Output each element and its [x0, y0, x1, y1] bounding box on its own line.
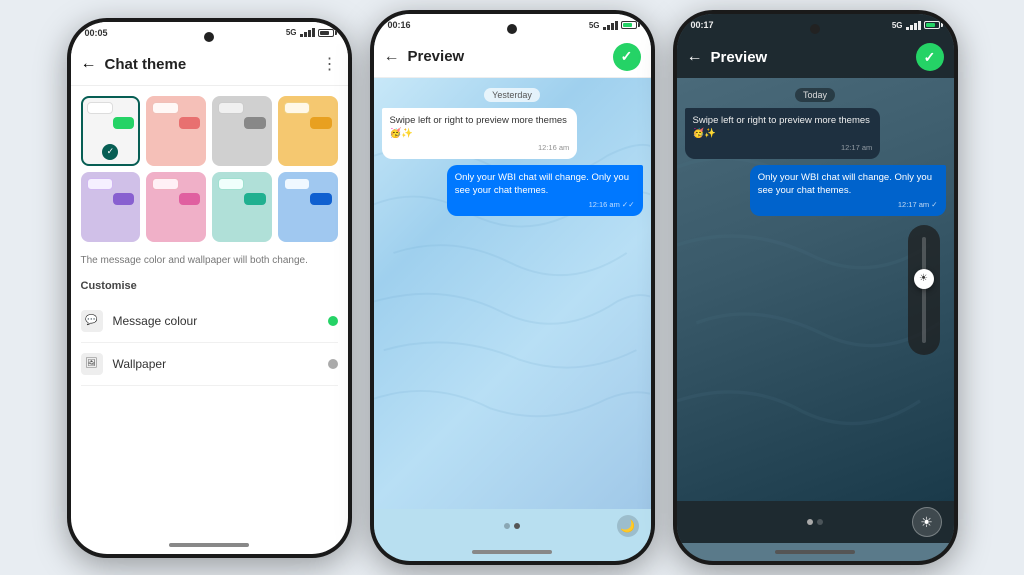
battery-icon-mid: [621, 21, 637, 29]
wallpaper-label: Wallpaper: [113, 357, 318, 371]
message-colour-row[interactable]: 💬 Message colour: [81, 300, 338, 343]
chat-bottom-bar-right: ☀: [677, 501, 954, 543]
msg-received-mid-1: Swipe left or right to preview more them…: [382, 108, 578, 159]
chat-bottom-bar-mid: 🌙: [374, 509, 651, 543]
signal-bars-icon: [300, 28, 315, 37]
dots-indicator-mid: [504, 523, 520, 529]
wallpaper-icon: 🖼: [81, 353, 103, 375]
message-colour-label: Message colour: [113, 314, 318, 328]
msg-time-recv-mid-1: 12:16 am: [390, 143, 570, 154]
msg-time-sent-right-1: 12:17 am ✓: [758, 200, 938, 211]
theme-tile-pink[interactable]: [146, 96, 206, 166]
bottom-bar-right: [677, 543, 954, 561]
msg-text-recv-mid-1: Swipe left or right to preview more them…: [390, 115, 567, 139]
theme-tile-pink2[interactable]: [146, 172, 206, 242]
dot-2-right: [817, 519, 823, 525]
time-mid: 00:16: [388, 20, 411, 30]
top-bar-mid: ← Preview ✓: [374, 36, 651, 78]
theme-tile-default[interactable]: ✓: [81, 96, 141, 166]
top-bar-right: ← Preview ✓: [677, 36, 954, 78]
msg-received-right-1: Swipe left or right to preview more them…: [685, 108, 881, 159]
msg-time-sent-mid-1: 12:16 am ✓✓: [455, 200, 635, 211]
wallpaper-row[interactable]: 🖼 Wallpaper: [81, 343, 338, 386]
msg-text-recv-right-1: Swipe left or right to preview more them…: [693, 115, 870, 139]
home-indicator-mid: [472, 550, 552, 554]
page-title-left: Chat theme: [105, 56, 314, 73]
page-title-mid: Preview: [408, 48, 605, 65]
dots-indicator-right: [807, 519, 823, 525]
camera-dot-right: [810, 24, 820, 34]
message-colour-icon: 💬: [81, 310, 103, 332]
back-button-right[interactable]: ←: [687, 48, 703, 66]
phone-mid: 00:16 5G ← Preview ✓: [370, 10, 655, 565]
page-title-right: Preview: [711, 49, 908, 66]
chat-area-right: Today Swipe left or right to preview mor…: [677, 78, 954, 501]
network-mid: 5G: [589, 21, 600, 30]
camera-dot: [204, 32, 214, 42]
slider-track: ☀: [922, 237, 926, 343]
msg-sent-mid-1: Only your WBI chat will change. Only you…: [447, 165, 643, 216]
customise-label: Customise: [81, 280, 338, 292]
confirm-check-icon-mid[interactable]: ✓: [613, 43, 641, 71]
phone-right: 00:17 5G ← Preview ✓ Today: [673, 10, 958, 565]
msg-sent-right-1: Only your WBI chat will change. Only you…: [750, 165, 946, 216]
msg-text-sent-mid-1: Only your WBI chat will change. Only you…: [455, 172, 629, 196]
time-right: 00:17: [691, 20, 714, 30]
msg-text-sent-right-1: Only your WBI chat will change. Only you…: [758, 172, 932, 196]
status-icons-right: 5G: [892, 21, 940, 30]
dot-2-mid: [514, 523, 520, 529]
bottom-bar-left: [71, 536, 348, 554]
back-button-left[interactable]: ←: [81, 55, 97, 73]
back-button-mid[interactable]: ←: [384, 48, 400, 66]
confirm-check-icon-right[interactable]: ✓: [916, 43, 944, 71]
network-left: 5G: [286, 28, 297, 37]
signal-bars-icon-right: [906, 21, 921, 30]
bottom-bar-mid: [374, 543, 651, 561]
theme-tile-orange[interactable]: [278, 96, 338, 166]
date-label-mid: Yesterday: [484, 88, 540, 102]
camera-dot-mid: [507, 24, 517, 34]
signal-bars-icon-mid: [603, 21, 618, 30]
theme-tile-gray[interactable]: [212, 96, 272, 166]
home-indicator-left: [169, 543, 249, 547]
chat-messages-mid: Yesterday Swipe left or right to preview…: [374, 78, 651, 509]
phone-left: 00:05 5G ← Chat theme ⋮: [67, 18, 352, 558]
network-right: 5G: [892, 21, 903, 30]
battery-icon-right: [924, 21, 940, 29]
theme-tile-blue[interactable]: [278, 172, 338, 242]
dot-1-right: [807, 519, 813, 525]
time-left: 00:05: [85, 28, 108, 38]
theme-tile-teal[interactable]: [212, 172, 272, 242]
info-text: The message color and wallpaper will bot…: [81, 254, 338, 268]
theme-tile-purple[interactable]: [81, 172, 141, 242]
moon-icon[interactable]: 🌙: [617, 515, 639, 537]
top-bar-left: ← Chat theme ⋮: [71, 44, 348, 86]
brightness-slider-icon[interactable]: ☀: [908, 225, 940, 355]
status-icons-mid: 5G: [589, 21, 637, 30]
selected-check-icon: ✓: [102, 144, 118, 160]
theme-grid: ✓: [81, 96, 338, 242]
sun-icon[interactable]: ☀: [912, 507, 942, 537]
msg-time-recv-right-1: 12:17 am: [693, 143, 873, 154]
more-options-icon[interactable]: ⋮: [322, 54, 338, 74]
home-indicator-right: [775, 550, 855, 554]
date-label-right: Today: [795, 88, 835, 102]
chat-area-mid: Yesterday Swipe left or right to preview…: [374, 78, 651, 509]
slider-thumb: ☀: [914, 269, 934, 289]
status-icons-left: 5G: [286, 28, 334, 37]
dot-1-mid: [504, 523, 510, 529]
wallpaper-dot: [328, 359, 338, 369]
theme-content: ✓: [71, 86, 348, 536]
battery-icon: [318, 29, 334, 37]
message-colour-dot: [328, 316, 338, 326]
